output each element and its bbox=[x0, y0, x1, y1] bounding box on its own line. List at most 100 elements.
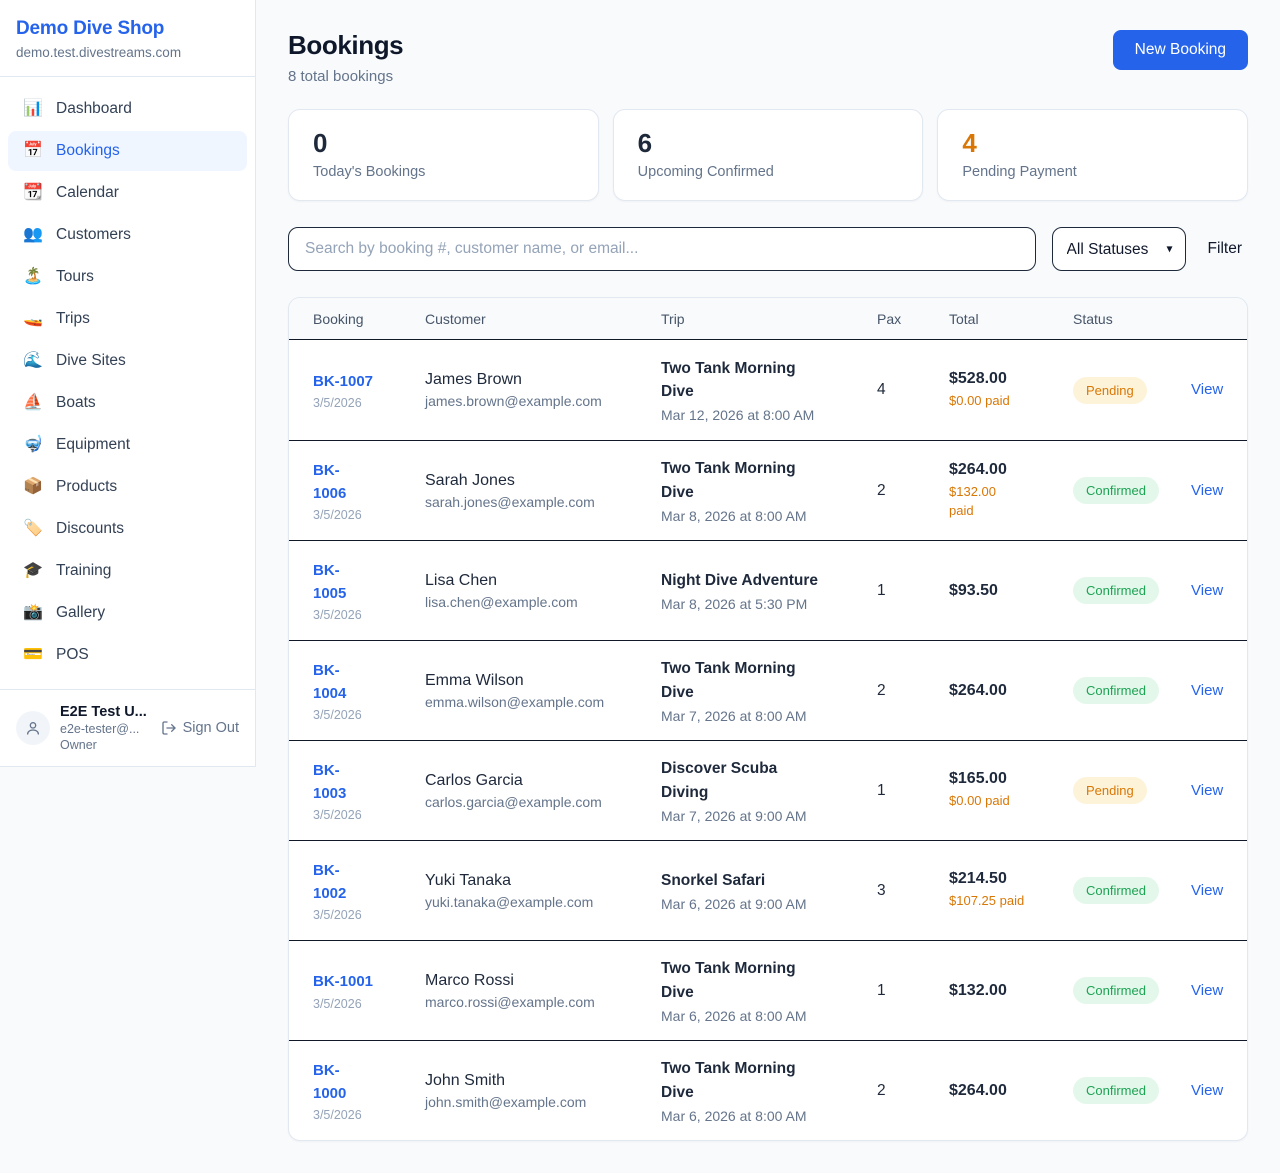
booking-link[interactable]: BK- 1000 bbox=[313, 1059, 346, 1106]
calendar-icon: 📆 bbox=[22, 185, 44, 201]
status-cell: Pending bbox=[1073, 777, 1191, 804]
brand-name: Demo Dive Shop bbox=[16, 18, 239, 40]
bookings-icon: 📅 bbox=[22, 143, 44, 159]
trip-name: Discover Scuba Diving bbox=[661, 757, 867, 804]
pax-value: 2 bbox=[877, 482, 886, 499]
booking-cell: BK- 1003 3/5/2026 bbox=[313, 759, 425, 823]
trip-name: Two Tank Morning Dive bbox=[661, 357, 867, 404]
booking-date: 3/5/2026 bbox=[313, 508, 425, 522]
booking-cell: BK- 1000 3/5/2026 bbox=[313, 1059, 425, 1123]
dashboard-icon: 📊 bbox=[22, 101, 44, 117]
view-link[interactable]: View bbox=[1191, 682, 1223, 699]
pax-cell: 2 bbox=[877, 682, 949, 700]
user-meta: E2E Test U... e2e-tester@... Owner bbox=[60, 704, 151, 752]
stat-value: 4 bbox=[962, 128, 1223, 159]
booking-link[interactable]: BK- 1002 bbox=[313, 859, 346, 906]
search-input[interactable] bbox=[288, 227, 1036, 271]
gallery-icon: 📸 bbox=[22, 605, 44, 621]
customer-email: yuki.tanaka@example.com bbox=[425, 894, 651, 910]
status-badge: Pending bbox=[1073, 777, 1147, 804]
total-cell: $264.00 $132.00 paid bbox=[949, 461, 1073, 521]
sidebar-item-bookings[interactable]: 📅 Bookings bbox=[8, 131, 247, 171]
new-booking-button[interactable]: New Booking bbox=[1113, 30, 1248, 70]
sidebar-item-customers[interactable]: 👥 Customers bbox=[8, 215, 247, 255]
trips-icon: 🚤 bbox=[22, 311, 44, 327]
sidebar: Demo Dive Shop demo.test.divestreams.com… bbox=[0, 0, 256, 767]
table-row: BK- 1004 3/5/2026 Emma Wilson emma.wilso… bbox=[289, 640, 1247, 740]
paid-amount: $132.00 paid bbox=[949, 483, 1073, 521]
sign-out-button[interactable]: Sign Out bbox=[161, 720, 239, 736]
table-row: BK- 1003 3/5/2026 Carlos Garcia carlos.g… bbox=[289, 740, 1247, 840]
view-link[interactable]: View bbox=[1191, 381, 1223, 398]
sidebar-item-calendar[interactable]: 📆 Calendar bbox=[8, 173, 247, 213]
stat-card: 4 Pending Payment bbox=[937, 109, 1248, 201]
sidebar-item-training[interactable]: 🎓 Training bbox=[8, 551, 247, 591]
view-link[interactable]: View bbox=[1191, 1082, 1223, 1099]
booking-cell: BK-1001 3/5/2026 bbox=[313, 970, 425, 1010]
trip-name: Two Tank Morning Dive bbox=[661, 457, 867, 504]
booking-date: 3/5/2026 bbox=[313, 396, 425, 410]
view-cell: View bbox=[1191, 682, 1223, 700]
equipment-icon: 🤿 bbox=[22, 437, 44, 453]
paid-amount: $0.00 paid bbox=[949, 392, 1073, 411]
trip-cell: Two Tank Morning Dive Mar 6, 2026 at 8:0… bbox=[661, 957, 877, 1024]
trip-cell: Two Tank Morning Dive Mar 7, 2026 at 8:0… bbox=[661, 657, 877, 724]
booking-link[interactable]: BK-1001 bbox=[313, 970, 373, 993]
sidebar-item-boats[interactable]: ⛵ Boats bbox=[8, 383, 247, 423]
booking-date: 3/5/2026 bbox=[313, 1108, 425, 1122]
discounts-icon: 🏷️ bbox=[22, 521, 44, 537]
stat-card: 6Upcoming Confirmed bbox=[613, 109, 924, 201]
total-cell: $214.50 $107.25 paid bbox=[949, 870, 1073, 911]
status-badge: Confirmed bbox=[1073, 1077, 1159, 1104]
sidebar-item-tours[interactable]: 🏝️ Tours bbox=[8, 257, 247, 297]
column-header-pax: Pax bbox=[877, 311, 949, 327]
booking-link[interactable]: BK-1007 bbox=[313, 370, 373, 393]
user-role: Owner bbox=[60, 738, 151, 752]
total-amount: $528.00 bbox=[949, 370, 1073, 388]
sidebar-item-products[interactable]: 📦 Products bbox=[8, 467, 247, 507]
booking-link[interactable]: BK- 1004 bbox=[313, 659, 346, 706]
status-filter[interactable]: All Statuses bbox=[1052, 227, 1186, 271]
page-title-block: Bookings 8 total bookings bbox=[288, 30, 403, 85]
total-cell: $264.00 bbox=[949, 1082, 1073, 1100]
table-row: BK-1007 3/5/2026 James Brown james.brown… bbox=[289, 340, 1247, 440]
sidebar-item-pos[interactable]: 💳 POS bbox=[8, 635, 247, 675]
status-cell: Confirmed bbox=[1073, 477, 1191, 504]
view-link[interactable]: View bbox=[1191, 882, 1223, 899]
booking-cell: BK- 1002 3/5/2026 bbox=[313, 859, 425, 923]
column-header-total: Total bbox=[949, 311, 1073, 327]
table-header: Booking Customer Trip Pax Total Status bbox=[289, 298, 1247, 340]
pax-cell: 2 bbox=[877, 1082, 949, 1100]
sidebar-item-equipment[interactable]: 🤿 Equipment bbox=[8, 425, 247, 465]
view-link[interactable]: View bbox=[1191, 982, 1223, 999]
booking-link[interactable]: BK- 1006 bbox=[313, 459, 346, 506]
sidebar-item-trips[interactable]: 🚤 Trips bbox=[8, 299, 247, 339]
view-link[interactable]: View bbox=[1191, 582, 1223, 599]
pax-value: 2 bbox=[877, 682, 886, 699]
view-link[interactable]: View bbox=[1191, 782, 1223, 799]
booking-date: 3/5/2026 bbox=[313, 908, 425, 922]
sidebar-item-dashboard[interactable]: 📊 Dashboard bbox=[8, 89, 247, 129]
table-row: BK- 1006 3/5/2026 Sarah Jones sarah.jone… bbox=[289, 440, 1247, 540]
booking-link[interactable]: BK- 1005 bbox=[313, 559, 346, 606]
pax-value: 4 bbox=[877, 381, 886, 398]
total-amount: $132.00 bbox=[949, 982, 1073, 1000]
sidebar-item-discounts[interactable]: 🏷️ Discounts bbox=[8, 509, 247, 549]
view-link[interactable]: View bbox=[1191, 482, 1223, 499]
column-header-status: Status bbox=[1073, 311, 1191, 327]
avatar bbox=[16, 711, 50, 745]
trip-datetime: Mar 7, 2026 at 8:00 AM bbox=[661, 708, 867, 724]
stat-label: Pending Payment bbox=[962, 164, 1223, 180]
total-cell: $264.00 bbox=[949, 682, 1073, 700]
sidebar-item-gallery[interactable]: 📸 Gallery bbox=[8, 593, 247, 633]
sidebar-item-dive-sites[interactable]: 🌊 Dive Sites bbox=[8, 341, 247, 381]
view-cell: View bbox=[1191, 482, 1223, 500]
booking-link[interactable]: BK- 1003 bbox=[313, 759, 346, 806]
customer-cell: John Smith john.smith@example.com bbox=[425, 1072, 661, 1110]
trip-name: Two Tank Morning Dive bbox=[661, 1057, 867, 1104]
trip-cell: Two Tank Morning Dive Mar 12, 2026 at 8:… bbox=[661, 357, 877, 424]
filter-button[interactable]: Filter bbox=[1202, 240, 1248, 258]
trip-datetime: Mar 6, 2026 at 8:00 AM bbox=[661, 1008, 867, 1024]
total-amount: $264.00 bbox=[949, 1082, 1073, 1100]
customer-name: Marco Rossi bbox=[425, 972, 651, 990]
